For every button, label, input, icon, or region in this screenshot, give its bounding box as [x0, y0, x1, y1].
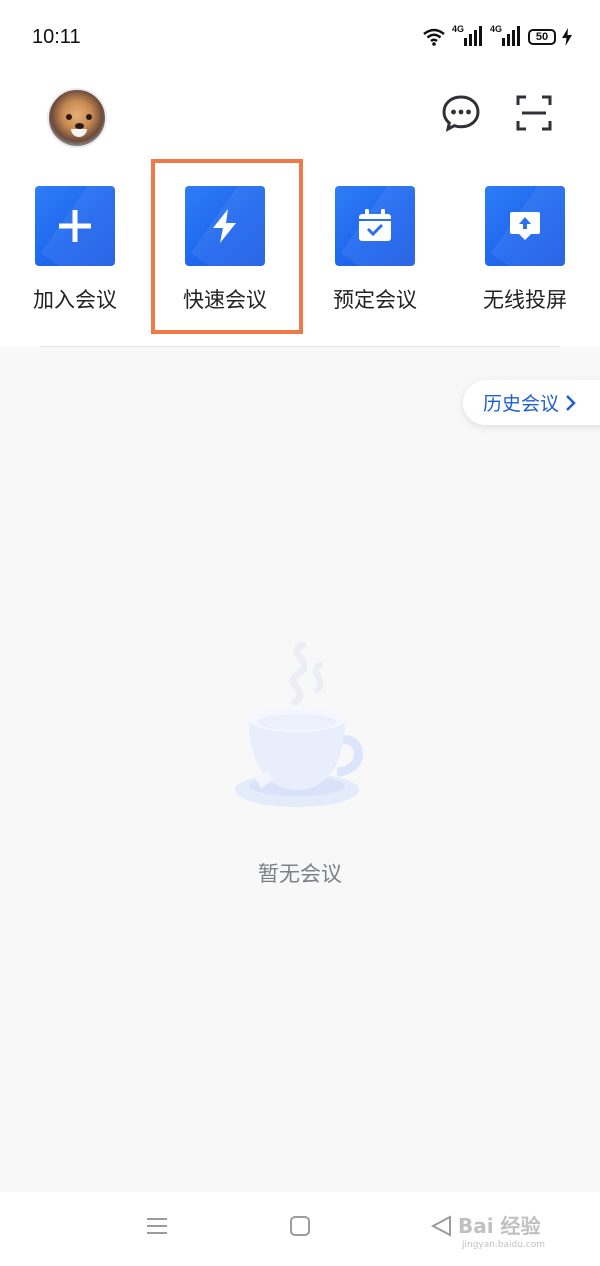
screen-cast-icon [510, 212, 540, 240]
signal-icon-1: 4G [452, 24, 484, 48]
join-meeting-tile [35, 186, 115, 266]
wireless-cast-button[interactable]: 无线投屏 [450, 186, 600, 326]
divider [40, 346, 560, 347]
status-time: 10:11 [32, 26, 81, 48]
join-meeting-label: 加入会议 [33, 288, 117, 312]
user-avatar[interactable] [47, 88, 107, 148]
home-icon[interactable] [288, 1214, 312, 1238]
calendar-check-icon [359, 209, 391, 241]
highlight-annotation [151, 159, 303, 334]
schedule-meeting-button[interactable]: 预定会议 [300, 186, 450, 326]
schedule-meeting-label: 预定会议 [333, 288, 417, 312]
history-meetings-button[interactable]: 历史会议 [463, 380, 600, 425]
wireless-cast-label: 无线投屏 [483, 288, 567, 312]
scan-icon[interactable] [514, 93, 554, 133]
battery-icon: 50 [528, 29, 556, 45]
back-icon[interactable] [430, 1214, 454, 1238]
empty-state-text: 暂无会议 [258, 862, 342, 886]
watermark: Bai 经验 jingyan.baidu.com [458, 1210, 598, 1260]
signal-label-2: 4G [490, 24, 503, 34]
plus-icon [59, 210, 91, 242]
coffee-cup-icon [235, 641, 363, 807]
wireless-cast-tile [485, 186, 565, 266]
signal-label-1: 4G [452, 24, 465, 34]
chat-bubble-icon[interactable] [441, 93, 481, 133]
watermark-main: Bai 经验 [458, 1214, 541, 1238]
battery-level: 50 [535, 31, 549, 43]
history-meetings-label: 历史会议 [483, 393, 560, 415]
join-meeting-button[interactable]: 加入会议 [0, 186, 150, 326]
charging-icon [562, 28, 572, 46]
schedule-meeting-tile [335, 186, 415, 266]
wifi-icon [423, 28, 445, 46]
status-bar: 10:11 4G 4G 50 [0, 0, 600, 70]
signal-icon-2: 4G [490, 24, 522, 48]
status-icons: 4G 4G 50 [422, 24, 572, 48]
watermark-sub: jingyan.baidu.com [462, 1240, 546, 1250]
menu-icon[interactable] [145, 1214, 169, 1238]
chevron-right-icon [566, 394, 576, 411]
